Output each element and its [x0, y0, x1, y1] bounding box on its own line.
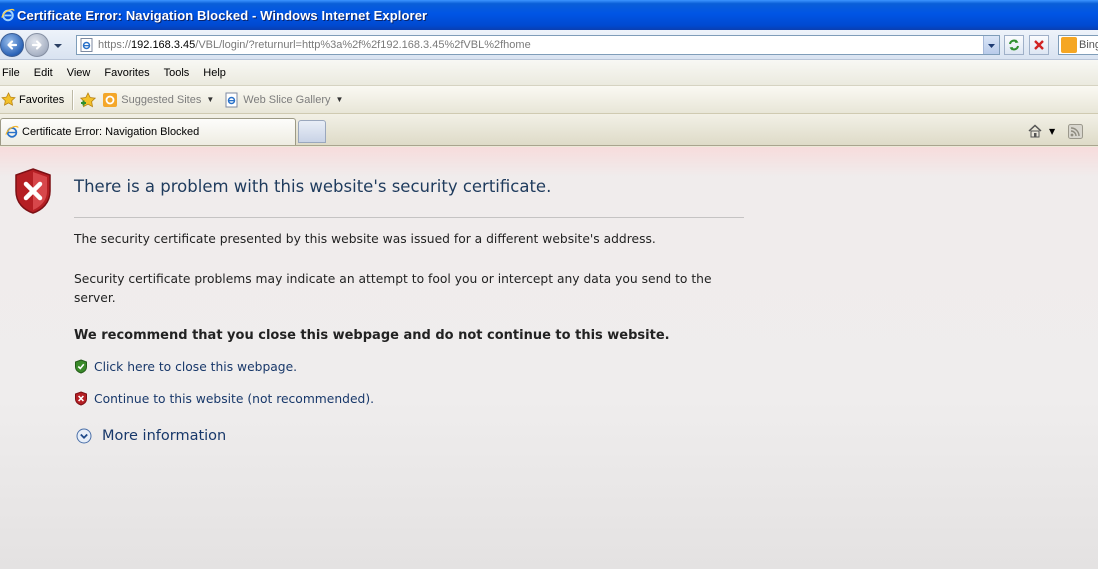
chevron-down-icon: ▼	[206, 95, 215, 104]
search-field[interactable]: Bing	[1058, 35, 1098, 55]
add-to-favorites-icon[interactable]	[79, 91, 97, 109]
web-slice-gallery-link[interactable]: Web Slice Gallery ▼	[224, 92, 343, 108]
certificate-error-page: There is a problem with this website's s…	[0, 147, 1098, 569]
home-icon	[1028, 124, 1042, 138]
web-slice-gallery-label: Web Slice Gallery	[243, 93, 331, 106]
stop-icon	[1034, 40, 1044, 50]
url-path: /VBL/login/?returnurl=http%3a%2f%2f192.1…	[195, 39, 531, 51]
green-shield-check-icon	[75, 359, 87, 374]
window-title: Certificate Error: Navigation Blocked - …	[17, 7, 428, 23]
forward-arrow-icon	[31, 40, 42, 50]
continue-label: Continue to this website (not recommende…	[94, 391, 375, 406]
menu-favorites[interactable]: Favorites	[97, 67, 156, 79]
url-scheme: https://	[98, 39, 132, 51]
chevron-down-icon	[988, 43, 995, 48]
menu-view[interactable]: View	[60, 67, 98, 79]
suggested-sites-icon	[103, 92, 118, 107]
chevron-down-icon: ▼	[1049, 126, 1056, 136]
window-title-bar[interactable]: Certificate Error: Navigation Blocked - …	[0, 0, 1098, 30]
rss-feed-icon	[1068, 123, 1083, 139]
menu-help[interactable]: Help	[196, 67, 233, 79]
address-field[interactable]: https:// 192.168.3.45 /VBL/login/?return…	[76, 35, 1000, 55]
refresh-button[interactable]	[1004, 35, 1024, 55]
chevron-down-icon: ▼	[335, 95, 344, 104]
page-title: There is a problem with this website's s…	[74, 177, 552, 196]
description-paragraph: The security certificate presented by th…	[74, 232, 656, 246]
ie-page-icon	[80, 38, 93, 52]
home-button[interactable]: ▼	[1027, 122, 1055, 140]
new-tab-button[interactable]	[298, 120, 326, 143]
feeds-button[interactable]	[1068, 122, 1083, 140]
address-toolbar: https:// 192.168.3.45 /VBL/login/?return…	[0, 30, 1098, 60]
refresh-icon	[1009, 39, 1019, 51]
tab-bar: Certificate Error: Navigation Blocked ▼	[0, 114, 1098, 146]
divider	[74, 217, 744, 218]
menu-tools[interactable]: Tools	[157, 67, 197, 79]
back-button[interactable]	[0, 33, 24, 57]
expand-chevron-icon	[76, 428, 92, 444]
ie-logo-icon	[5, 125, 19, 138]
favorites-star-icon	[1, 92, 16, 106]
forward-button[interactable]	[25, 33, 49, 57]
suggested-sites-link[interactable]: Suggested Sites ▼	[102, 92, 214, 108]
recent-pages-dropdown-icon[interactable]	[52, 40, 64, 52]
favorites-separator	[72, 89, 74, 110]
search-placeholder: Bing	[1079, 39, 1098, 51]
address-dropdown-button[interactable]	[983, 36, 999, 54]
menu-bar: File Edit View Favorites Tools Help	[0, 60, 1098, 86]
ie-page-icon	[225, 92, 238, 107]
favorites-button[interactable]: Favorites	[0, 92, 64, 107]
stop-button[interactable]	[1029, 35, 1049, 55]
suggested-sites-label: Suggested Sites	[121, 93, 202, 106]
warning-paragraph: Security certificate problems may indica…	[74, 272, 712, 305]
more-information-toggle[interactable]: More information	[76, 428, 226, 444]
ie-logo-icon	[1, 8, 15, 22]
continue-to-website-link[interactable]: Continue to this website (not recommende…	[74, 391, 374, 406]
menu-edit[interactable]: Edit	[27, 67, 60, 79]
tab-certificate-error[interactable]: Certificate Error: Navigation Blocked	[0, 118, 296, 145]
bing-icon	[1061, 37, 1077, 53]
menu-file[interactable]: File	[0, 67, 27, 79]
favorites-label: Favorites	[19, 93, 65, 106]
close-webpage-label: Click here to close this webpage.	[94, 359, 298, 374]
favorites-bar: Favorites Suggested Sites ▼ Web Slice Ga…	[0, 86, 1098, 114]
recommendation-text: We recommend that you close this webpage…	[74, 328, 670, 343]
url-host: 192.168.3.45	[131, 39, 196, 51]
more-information-label: More information	[102, 428, 227, 444]
back-arrow-icon	[7, 40, 18, 50]
red-shield-x-icon	[75, 391, 87, 406]
error-shield-icon	[15, 168, 51, 214]
close-webpage-link[interactable]: Click here to close this webpage.	[74, 359, 297, 374]
tab-label: Certificate Error: Navigation Blocked	[22, 126, 200, 138]
